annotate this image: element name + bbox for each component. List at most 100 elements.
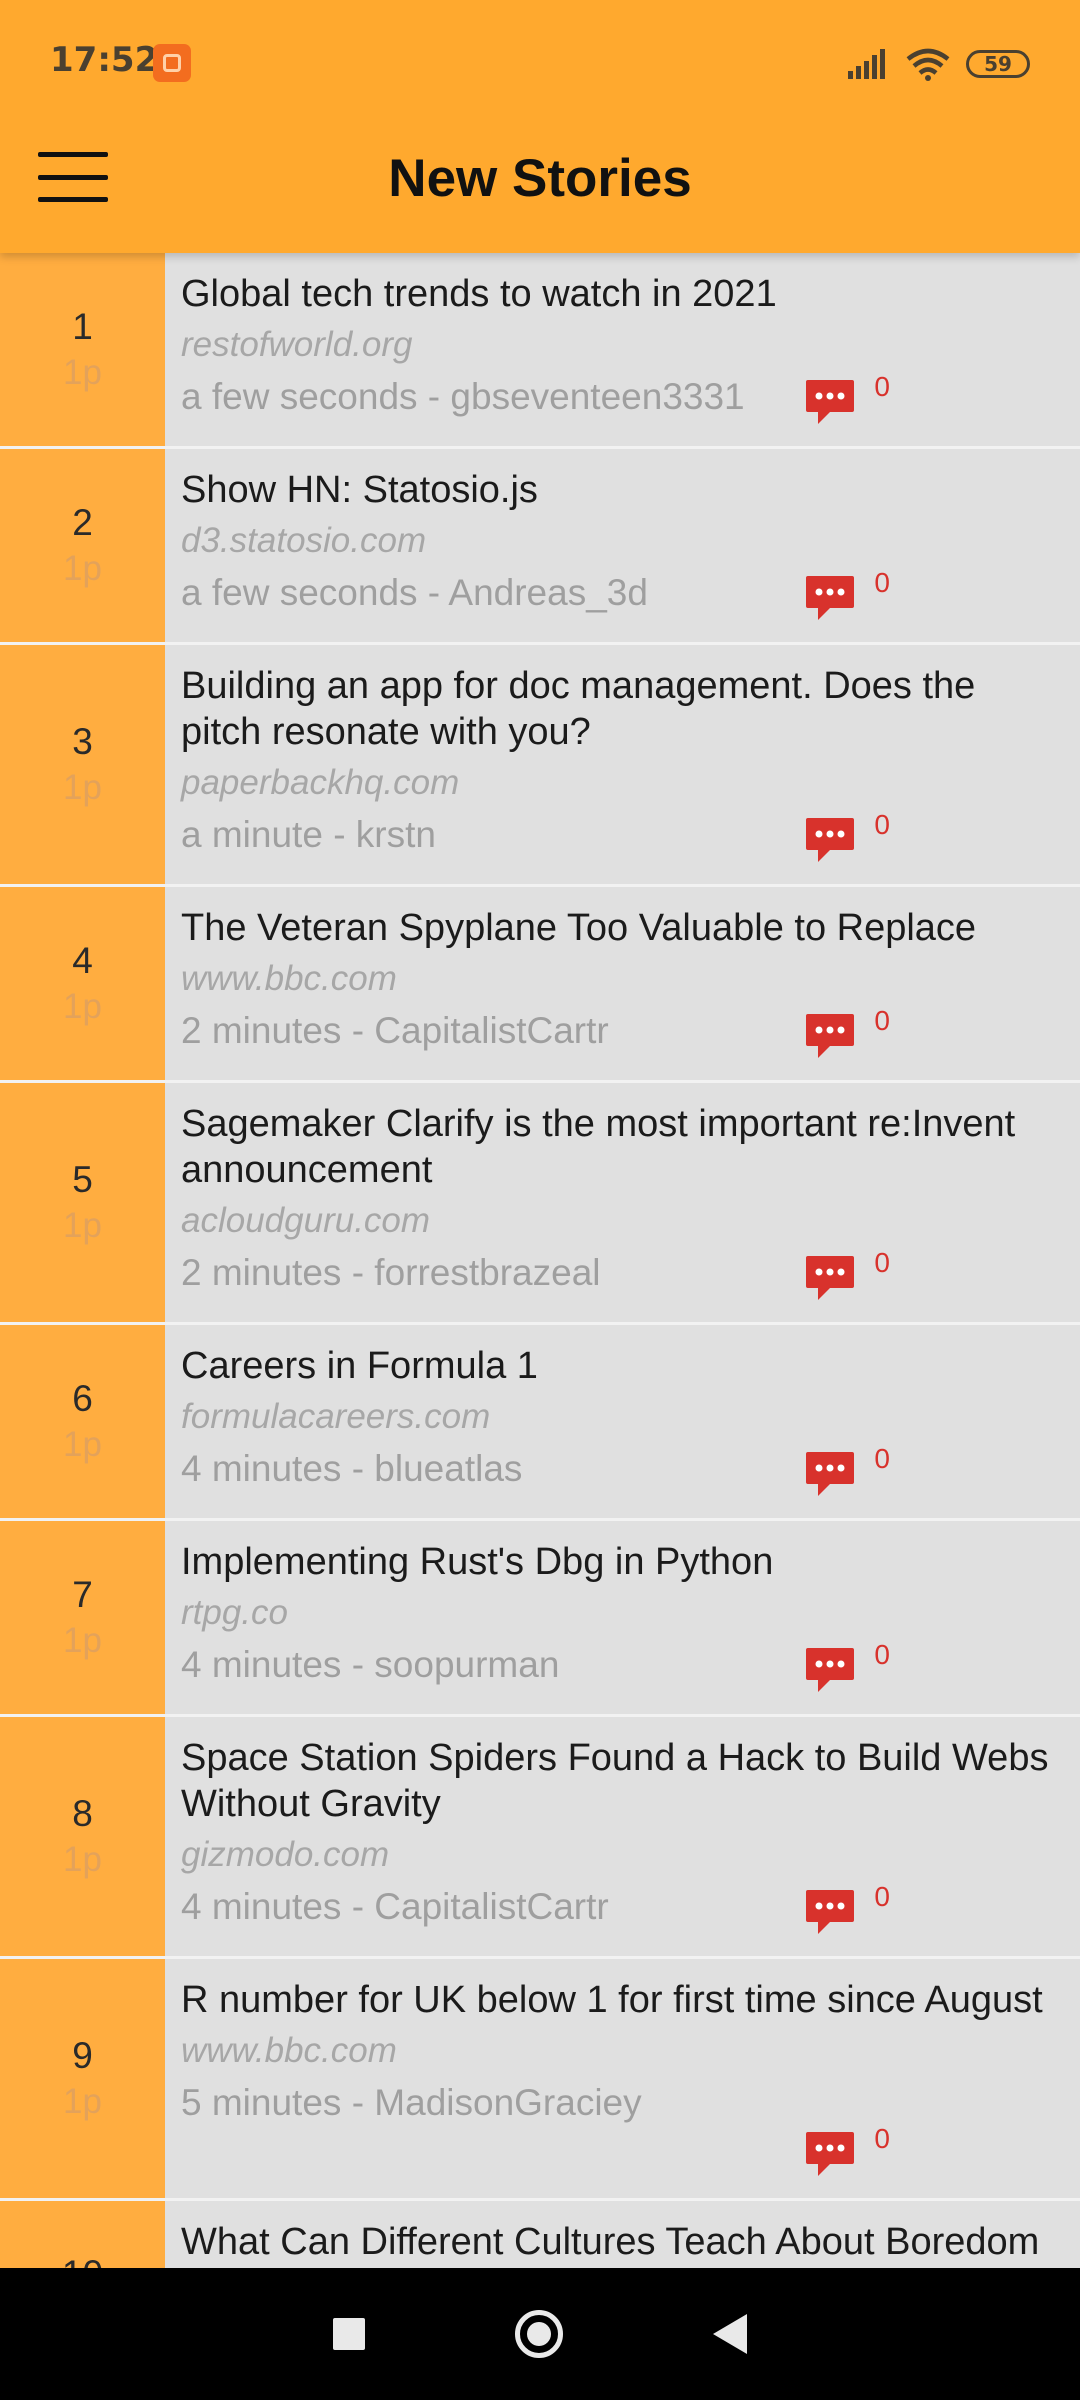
signal-icon [848,49,885,79]
story-row[interactable]: 4 1p The Veteran Spyplane Too Valuable t… [0,887,1080,1083]
comments-button[interactable]: 0 [804,1248,890,1302]
story-row[interactable]: 5 1p Sagemaker Clarify is the most impor… [0,1083,1080,1325]
comment-count: 0 [874,2123,890,2154]
triangle-back-icon[interactable] [713,2314,747,2354]
story-row[interactable]: 3 1p Building an app for doc management.… [0,645,1080,887]
comment-bubble-icon [806,1452,855,1496]
comment-bubble-icon [806,818,855,862]
story-author[interactable]: CapitalistCartr [374,1010,608,1051]
battery-indicator: 59 [966,50,1030,78]
rank-column: 3 1p [0,645,165,884]
story-row[interactable]: 1 1p Global tech trends to watch in 2021… [0,253,1080,449]
story-title[interactable]: Sagemaker Clarify is the most important … [181,1101,1066,1193]
story-row[interactable]: 6 1p Careers in Formula 1 formulacareers… [0,1325,1080,1521]
story-rank: 9 [72,2034,93,2076]
story-time: 4 minutes - [181,1644,365,1685]
story-meta: 2 minutes - forrestbrazeal [181,1247,1066,1299]
rank-column: 2 1p [0,449,165,642]
status-icons: 59 [848,44,1030,84]
story-author[interactable]: CapitalistCartr [374,1886,608,1927]
story-title[interactable]: Space Station Spiders Found a Hack to Bu… [181,1735,1066,1827]
story-points: 1p [63,1205,102,1245]
story-row[interactable]: 9 1p R number for UK below 1 for first t… [0,1959,1080,2201]
story-time: a few seconds - [181,376,441,417]
rank-column: 5 1p [0,1083,165,1322]
rank-column: 9 1p [0,1959,165,2198]
story-points: 1p [63,352,102,392]
story-author[interactable]: gbseventeen3331 [450,376,744,417]
status-time: 17:52 [50,40,159,80]
story-title[interactable]: The Veteran Spyplane Too Valuable to Rep… [181,905,1066,951]
story-meta: 5 minutes - MadisonGraciey [181,2077,1066,2129]
story-list: 1 1p Global tech trends to watch in 2021… [0,253,1080,2341]
story-title[interactable]: Building an app for doc management. Does… [181,663,1066,755]
rank-column: 4 1p [0,887,165,1080]
story-rank: 3 [72,720,93,762]
comments-button[interactable]: 0 [804,1006,890,1060]
story-domain: formulacareers.com [181,1397,491,1436]
story-row[interactable]: 8 1p Space Station Spiders Found a Hack … [0,1717,1080,1959]
story-author[interactable]: blueatlas [374,1448,522,1489]
app-header: 17:52 59 New Stories [0,0,1080,253]
story-points: 1p [63,1424,102,1464]
story-meta: 2 minutes - CapitalistCartr [181,1005,1066,1057]
comments-button[interactable]: 0 [804,1882,890,1936]
square-recents-icon[interactable] [333,2318,365,2350]
story-points: 1p [63,1839,102,1879]
story-domain: rtpg.co [181,1593,288,1632]
story-title[interactable]: Careers in Formula 1 [181,1343,1066,1389]
comments-button[interactable]: 0 [804,2124,890,2178]
story-time: a minute - [181,814,346,855]
story-content: The Veteran Spyplane Too Valuable to Rep… [165,887,1080,1080]
story-title[interactable]: Implementing Rust's Dbg in Python [181,1539,1066,1585]
story-row[interactable]: 2 1p Show HN: Statosio.js d3.statosio.co… [0,449,1080,645]
story-author[interactable]: MadisonGraciey [374,2082,641,2123]
comment-count: 0 [874,1247,890,1278]
comment-count: 0 [874,371,890,402]
story-content: Sagemaker Clarify is the most important … [165,1083,1080,1322]
story-meta: 4 minutes - blueatlas [181,1443,1066,1495]
wifi-icon [906,48,950,81]
story-content: Show HN: Statosio.js d3.statosio.com a f… [165,449,1080,642]
story-points: 1p [63,2081,102,2121]
comments-button[interactable]: 0 [804,1444,890,1498]
comments-button[interactable]: 0 [804,810,890,864]
rank-column: 6 1p [0,1325,165,1518]
story-author[interactable]: krstn [356,814,436,855]
rank-column: 7 1p [0,1521,165,1714]
story-author[interactable]: Andreas_3d [448,572,648,613]
comment-count: 0 [874,1005,890,1036]
story-title[interactable]: Global tech trends to watch in 2021 [181,271,1066,317]
comment-bubble-icon [806,1648,855,1692]
story-points: 1p [63,548,102,588]
comment-count: 0 [874,809,890,840]
comments-button[interactable]: 0 [804,372,890,426]
story-meta: a few seconds - gbseventeen3331 [181,371,1066,423]
story-rank: 2 [72,501,93,543]
comment-count: 0 [874,567,890,598]
story-rank: 6 [72,1377,93,1419]
story-domain: paperbackhq.com [181,763,460,802]
comments-button[interactable]: 0 [804,1640,890,1694]
story-content: Global tech trends to watch in 2021 rest… [165,253,1080,446]
story-content: Implementing Rust's Dbg in Python rtpg.c… [165,1521,1080,1714]
rank-column: 1 1p [0,253,165,446]
story-time: 4 minutes - [181,1886,365,1927]
story-row[interactable]: 7 1p Implementing Rust's Dbg in Python r… [0,1521,1080,1717]
rank-column: 8 1p [0,1717,165,1956]
story-meta: 4 minutes - soopurman [181,1639,1066,1691]
story-title[interactable]: Show HN: Statosio.js [181,467,1066,513]
story-title[interactable]: R number for UK below 1 for first time s… [181,1977,1066,2023]
comment-bubble-icon [806,1890,855,1934]
story-rank: 5 [72,1158,93,1200]
story-title[interactable]: What Can Different Cultures Teach About … [181,2219,1066,2265]
story-points: 1p [63,1620,102,1660]
story-content: R number for UK below 1 for first time s… [165,1959,1080,2198]
story-meta: a few seconds - Andreas_3d [181,567,1066,619]
story-author[interactable]: soopurman [374,1644,559,1685]
circle-home-icon[interactable] [515,2310,563,2358]
story-author[interactable]: forrestbrazeal [374,1252,600,1293]
story-domain: d3.statosio.com [181,521,427,560]
comments-button[interactable]: 0 [804,568,890,622]
story-domain: acloudguru.com [181,1201,431,1240]
